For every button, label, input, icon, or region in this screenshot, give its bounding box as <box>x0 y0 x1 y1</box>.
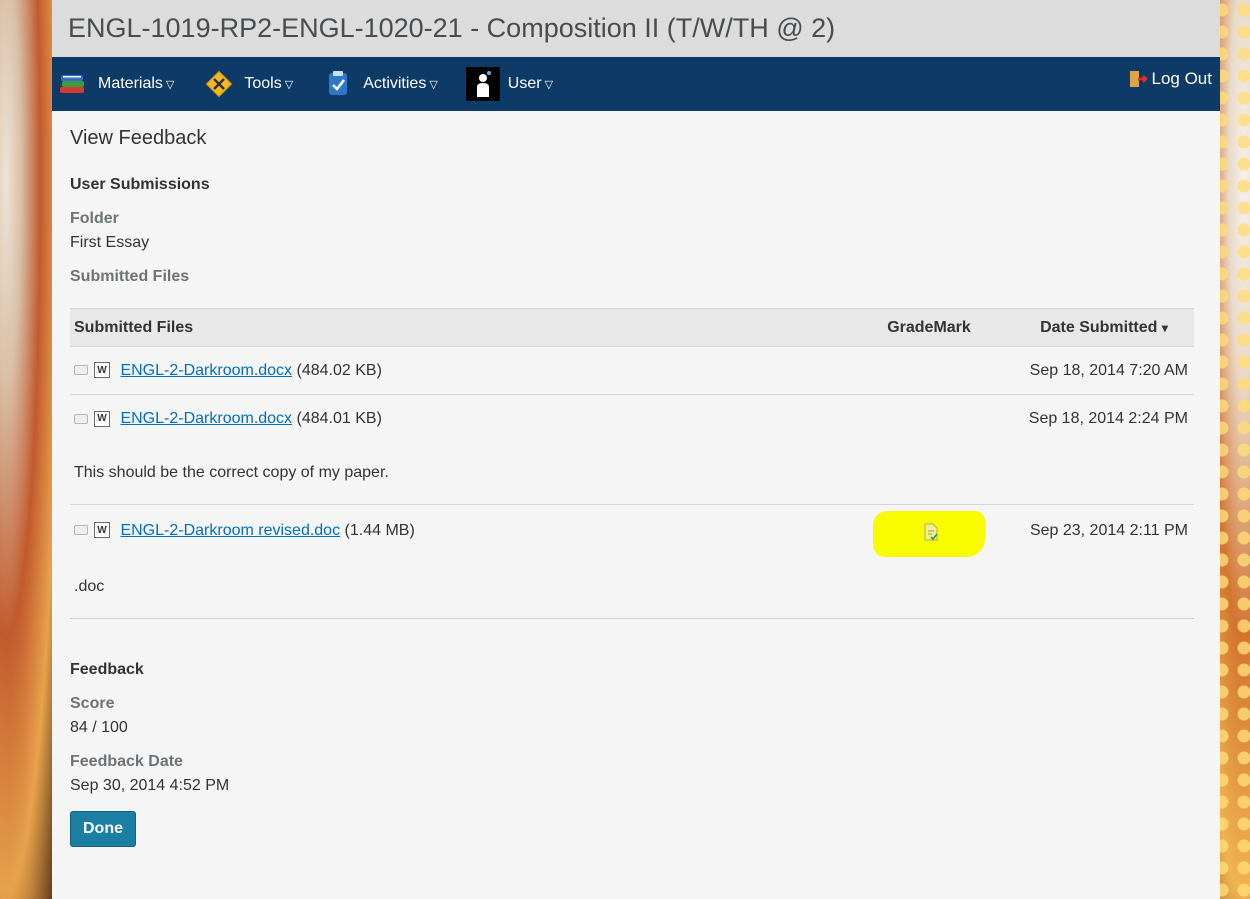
comment-row: .doc <box>70 556 1194 619</box>
nav-user-label: User <box>507 75 542 92</box>
chevron-down-icon: ▽ <box>284 78 294 91</box>
sort-desc-icon: ▾ <box>1161 320 1168 335</box>
logout-label: Log Out <box>1151 69 1213 88</box>
feedback-heading: Feedback <box>70 660 144 678</box>
file-type-icons: W <box>74 410 110 427</box>
clipboard-icon <box>321 67 355 101</box>
background-left <box>0 0 60 899</box>
course-title: ENGL-1019-RP2-ENGL-1020-21 - Composition… <box>68 13 836 43</box>
grademark-cell <box>844 347 1014 395</box>
word-doc-icon: W <box>94 522 110 539</box>
file-cell: W ENGL-2-Darkroom.docx (484.01 KB) <box>70 394 844 443</box>
nav-materials[interactable]: Materials ▽ <box>56 67 174 101</box>
user-submissions-heading: User Submissions <box>70 176 210 193</box>
main-content: View Feedback User Submissions Folder Fi… <box>52 111 1220 847</box>
tools-icon <box>202 67 236 101</box>
file-size: (1.44 MB) <box>344 521 415 539</box>
nav-tools-label: Tools <box>244 75 282 92</box>
logout-icon <box>1129 71 1148 87</box>
file-cell: W ENGL-2-Darkroom revised.doc (1.44 MB) <box>70 504 844 556</box>
submitted-files-label: Submitted Files <box>70 268 190 285</box>
envelope-icon <box>74 413 88 424</box>
feedback-date-value: Sep 30, 2014 4:52 PM <box>70 776 230 794</box>
date-cell: Sep 18, 2014 2:24 PM <box>1014 394 1194 443</box>
file-type-icons: W <box>74 362 110 379</box>
grademark-cell <box>844 394 1014 443</box>
file-size: (484.01 KB) <box>296 409 382 427</box>
submitted-files-table: Submitted Files GradeMark Date Submitted… <box>70 308 1194 619</box>
folder-value: First Essay <box>70 234 150 251</box>
logout-button[interactable]: Log Out <box>1128 69 1213 89</box>
submission-comment: .doc <box>70 556 1194 619</box>
chevron-down-icon: ▽ <box>544 78 554 91</box>
nav-materials-label: Materials <box>98 75 163 92</box>
file-cell: W ENGL-2-Darkroom.docx (484.02 KB) <box>70 347 844 395</box>
date-cell: Sep 23, 2014 2:11 PM <box>1014 504 1194 556</box>
grademark-icon[interactable] <box>923 523 939 541</box>
yellow-highlight <box>873 511 985 557</box>
score-value: 84 / 100 <box>70 718 128 736</box>
nav-bar: Materials ▽ Tools ▽ Activities ▽ User ▽ <box>52 57 1220 111</box>
user-icon <box>465 67 500 101</box>
col-grademark: GradeMark <box>844 308 1014 347</box>
file-link[interactable]: ENGL-2-Darkroom revised.doc <box>120 522 340 539</box>
books-icon <box>56 67 90 101</box>
nav-activities[interactable]: Activities ▽ <box>321 67 438 101</box>
nav-activities-label: Activities <box>363 75 427 92</box>
folder-label: Folder <box>70 210 119 227</box>
score-label: Score <box>70 694 115 712</box>
course-header: ENGL-1019-RP2-ENGL-1020-21 - Composition… <box>52 0 1220 57</box>
word-doc-icon: W <box>94 410 110 427</box>
table-row: W ENGL-2-Darkroom.docx (484.01 KB) Sep 1… <box>70 394 1194 443</box>
col-submitted-files: Submitted Files <box>70 308 844 347</box>
nav-tools[interactable]: Tools ▽ <box>202 67 293 101</box>
col-date-submitted[interactable]: Date Submitted ▾ <box>1014 308 1194 347</box>
page-container: ENGL-1019-RP2-ENGL-1020-21 - Composition… <box>52 0 1220 899</box>
submission-comment: This should be the correct copy of my pa… <box>74 464 389 482</box>
comment-row: This should be the correct copy of my pa… <box>70 443 1194 505</box>
file-link[interactable]: ENGL-2-Darkroom.docx <box>120 410 292 427</box>
col-date-submitted-label: Date Submitted <box>1040 318 1158 336</box>
page-title: View Feedback <box>70 127 207 149</box>
file-link[interactable]: ENGL-2-Darkroom.docx <box>120 362 292 379</box>
file-size: (484.02 KB) <box>296 361 382 379</box>
file-type-icons: W <box>74 522 110 539</box>
feedback-section: Feedback Score 84 / 100 Feedback Date Se… <box>70 661 1202 847</box>
table-header-row: Submitted Files GradeMark Date Submitted… <box>70 308 1194 347</box>
date-cell: Sep 18, 2014 7:20 AM <box>1029 361 1188 379</box>
chevron-down-icon: ▽ <box>165 78 175 91</box>
table-row: W ENGL-2-Darkroom.docx (484.02 KB) Sep 1… <box>70 347 1194 395</box>
grademark-cell <box>844 504 1014 557</box>
table-row: W ENGL-2-Darkroom revised.doc (1.44 MB) … <box>70 504 1194 557</box>
envelope-icon <box>74 525 88 536</box>
feedback-date-label: Feedback Date <box>70 752 183 770</box>
word-doc-icon: W <box>94 362 110 379</box>
done-button[interactable]: Done <box>70 810 136 847</box>
envelope-icon <box>74 365 88 376</box>
nav-user[interactable]: User ▽ <box>465 67 554 101</box>
chevron-down-icon: ▽ <box>429 78 438 91</box>
